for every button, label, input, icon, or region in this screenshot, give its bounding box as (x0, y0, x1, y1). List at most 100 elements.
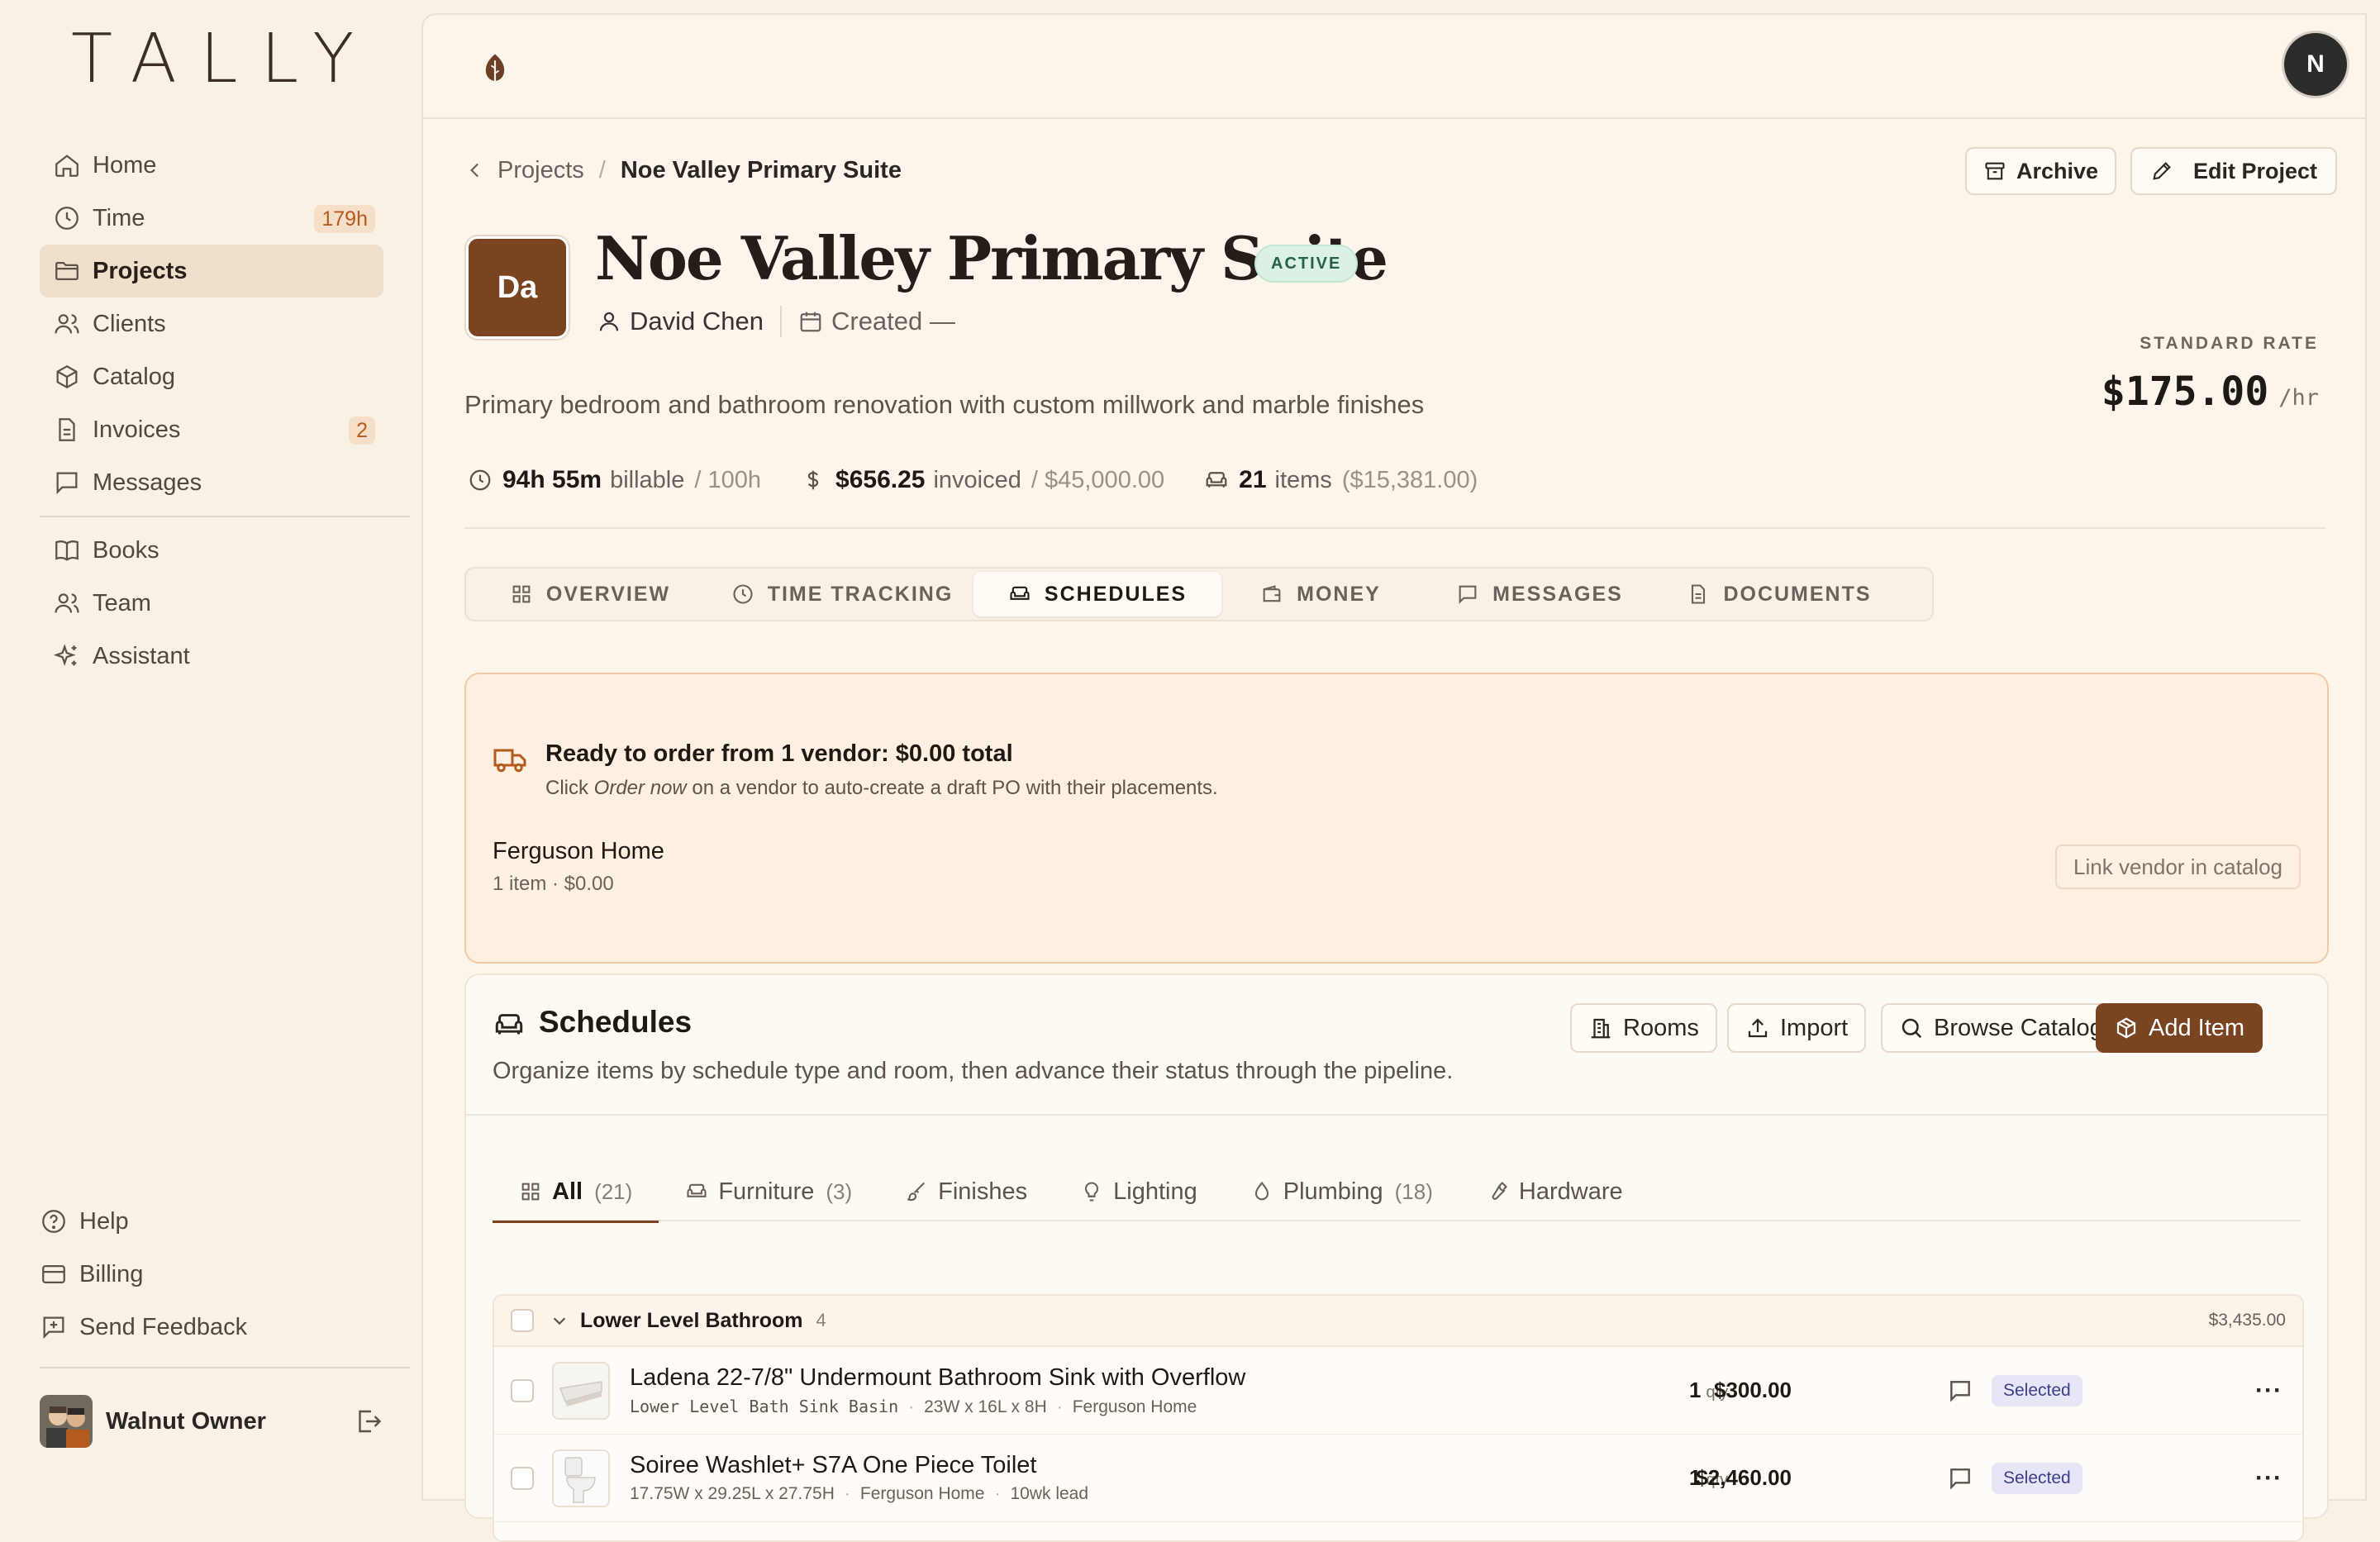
rate-unit: /hr (2278, 385, 2319, 411)
schedule-tab-label: Finishes (938, 1178, 1028, 1205)
file-icon (53, 416, 81, 444)
chevron-left-icon[interactable] (464, 159, 486, 181)
schedule-tab-furniture[interactable]: Furniture (3) (659, 1162, 878, 1221)
link-vendor-button[interactable]: Link vendor in catalog (2055, 845, 2301, 889)
sidebar-item-label: Send Feedback (79, 1313, 248, 1340)
sidebar-item-label: Help (79, 1207, 129, 1235)
rooms-label: Rooms (1623, 1014, 1699, 1041)
archive-label: Archive (2016, 158, 2099, 183)
hint-suffix: on a vendor to auto-create a draft PO wi… (686, 777, 1218, 799)
user-icon (597, 309, 621, 334)
schedule-tab-plumbing[interactable]: Plumbing (18) (1224, 1162, 1459, 1221)
sidebar-item-books[interactable]: Books (40, 524, 383, 577)
row-checkbox[interactable] (511, 1466, 534, 1490)
billable-stat: 94h 55m billable / 100h (468, 466, 761, 494)
schedules-title: Schedules (539, 1005, 693, 1039)
breadcrumb-projects-link[interactable]: Projects (497, 157, 584, 184)
upload-icon (1745, 1016, 1770, 1040)
client-name[interactable]: David Chen (630, 307, 764, 336)
schedule-tab-lighting[interactable]: Lighting (1054, 1162, 1224, 1221)
tab-documents[interactable]: DOCUMENTS (1659, 572, 1899, 616)
sidebar-item-catalog[interactable]: Catalog (40, 350, 383, 403)
order-ready-hint: Click Order now on a vendor to auto-crea… (545, 777, 1218, 800)
grid-icon (510, 583, 533, 606)
tab-label: MONEY (1297, 582, 1381, 606)
tab-overview[interactable]: OVERVIEW (469, 572, 711, 616)
more-icon[interactable]: ··· (2255, 1377, 2282, 1405)
tab-money[interactable]: MONEY (1221, 572, 1420, 616)
top-bar: N (423, 15, 2365, 119)
schedule-tab-label: Furniture (718, 1178, 815, 1205)
schedule-tab-hardware[interactable]: Hardware (1459, 1162, 1649, 1221)
sidebar-item-time[interactable]: Time 179h (40, 192, 383, 245)
table-row[interactable]: Soiree Washlet+ S7A One Piece Toilet 17.… (494, 1435, 2302, 1522)
invoices-badge: 2 (349, 416, 375, 445)
billable-value: 94h 55m (502, 466, 602, 493)
sidebar-item-home[interactable]: Home (40, 139, 383, 192)
tab-messages[interactable]: MESSAGES (1420, 572, 1659, 616)
leaf-icon[interactable] (479, 53, 511, 86)
import-button[interactable]: Import (1727, 1003, 1867, 1053)
clock-icon (731, 583, 754, 606)
sidebar-item-send-feedback[interactable]: Send Feedback (40, 1301, 383, 1354)
app-logo[interactable]: TALLY (71, 26, 377, 93)
user-menu[interactable]: Walnut Owner (40, 1392, 383, 1451)
brush-icon (905, 1180, 928, 1203)
schedule-tab-label: Lighting (1113, 1178, 1197, 1205)
add-item-button[interactable]: Add Item (2096, 1003, 2263, 1053)
sidebar-item-clients[interactable]: Clients (40, 297, 383, 350)
sidebar-item-messages[interactable]: Messages (40, 456, 383, 509)
hint-prefix: Click (545, 777, 594, 799)
sidebar-item-label: Invoices (93, 416, 181, 443)
row-checkbox[interactable] (511, 1378, 534, 1402)
sparkle-icon (53, 642, 81, 670)
chat-icon (53, 469, 81, 497)
dollar-icon (801, 468, 826, 493)
sidebar-item-label: Catalog (93, 363, 175, 390)
meta-divider (779, 306, 782, 337)
vendor-summary: 1 item · $0.00 (493, 873, 614, 895)
sidebar-item-label: Team (93, 589, 151, 616)
bulb-icon (1080, 1180, 1103, 1203)
item-status-badge[interactable]: Selected (1992, 1374, 2082, 1406)
archive-button[interactable]: Archive (1965, 147, 2117, 195)
home-icon (53, 151, 81, 179)
avatar[interactable] (40, 1395, 93, 1448)
table-row[interactable]: Ladena 22-7/8" Undermount Bathroom Sink … (494, 1347, 2302, 1435)
room-group-name: Lower Level Bathroom (580, 1308, 803, 1332)
order-ready-title: Ready to order from 1 vendor: $0.00 tota… (545, 740, 1013, 767)
sidebar-item-invoices[interactable]: Invoices 2 (40, 403, 383, 456)
more-icon[interactable]: ··· (2255, 1464, 2282, 1492)
sidebar-item-label: Clients (93, 310, 166, 337)
schedule-tab-label: All (552, 1178, 583, 1205)
sidebar-item-projects[interactable]: Projects (40, 245, 383, 297)
main-panel: N Projects / Noe Valley Primary Suite Ar… (421, 13, 2367, 1542)
chevron-down-icon[interactable] (550, 1311, 569, 1330)
invoiced-label: invoiced (933, 466, 1021, 493)
sidebar-item-help[interactable]: Help (40, 1195, 383, 1248)
schedule-tab-finishes[interactable]: Finishes (878, 1162, 1054, 1221)
browse-catalog-button[interactable]: Browse Catalog (1881, 1003, 2121, 1053)
sidebar-item-billing[interactable]: Billing (40, 1248, 383, 1301)
account-avatar[interactable]: N (2284, 33, 2347, 96)
sofa-icon (493, 1010, 526, 1040)
schedule-tab-count: (18) (1394, 1178, 1433, 1204)
sidebar-item-team[interactable]: Team (40, 577, 383, 630)
room-group-header[interactable]: Lower Level Bathroom 4 $3,435.00 (494, 1296, 2302, 1347)
help-icon (40, 1207, 68, 1235)
sidebar-item-assistant[interactable]: Assistant (40, 630, 383, 683)
group-checkbox[interactable] (511, 1309, 534, 1332)
browse-catalog-label: Browse Catalog (1934, 1014, 2103, 1041)
rooms-button[interactable]: Rooms (1570, 1003, 1717, 1053)
item-status-badge[interactable]: Selected (1992, 1462, 2082, 1494)
logout-icon[interactable] (354, 1406, 383, 1436)
truck-icon (493, 745, 527, 775)
item-vendor: Ferguson Home (1072, 1397, 1197, 1416)
tab-schedules[interactable]: SCHEDULES (973, 572, 1221, 616)
project-avatar: Da (466, 236, 569, 339)
comment-icon[interactable] (1947, 1378, 1973, 1404)
tab-time-tracking[interactable]: TIME TRACKING (711, 572, 973, 616)
sidebar-item-label: Messages (93, 469, 202, 496)
edit-project-button[interactable]: Edit Project (2130, 147, 2338, 195)
schedule-tab-all[interactable]: All (21) (493, 1162, 659, 1223)
